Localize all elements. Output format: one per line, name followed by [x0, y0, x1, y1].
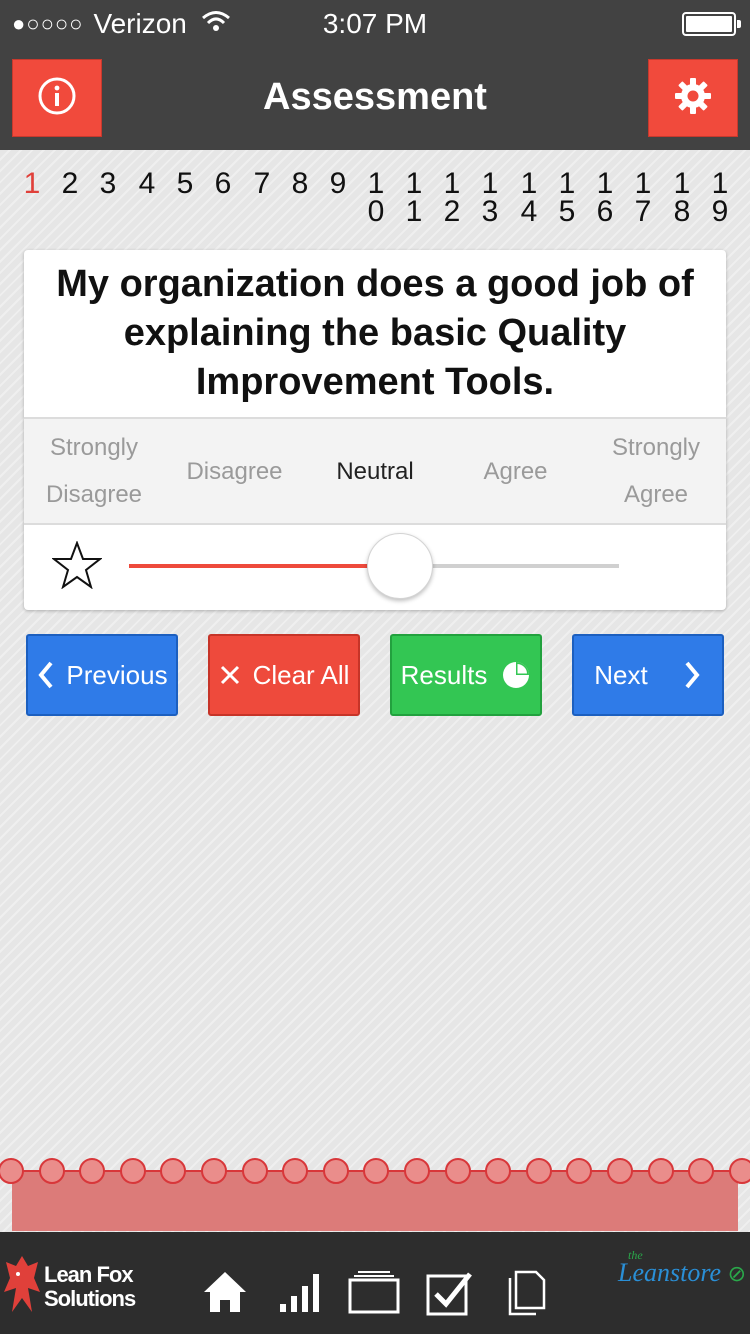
results-button[interactable]: Results — [390, 634, 542, 716]
next-label: Next — [594, 659, 648, 690]
question-text: My organization does a good job of expla… — [56, 263, 694, 403]
gear-icon — [673, 76, 713, 121]
pie-chart-icon — [501, 660, 531, 690]
band-circle — [119, 1158, 146, 1184]
scale-option-strongly-disagree[interactable]: Strongly Disagree — [24, 424, 164, 518]
home-icon[interactable] — [202, 1270, 248, 1319]
question-number-9[interactable]: 9 — [319, 169, 357, 199]
question-number-5[interactable]: 5 — [166, 169, 204, 199]
band-circle — [0, 1158, 24, 1184]
top-bar: ●○○○○ Verizon 3:07 PM Assessment — [0, 0, 750, 150]
question-number-4[interactable]: 4 — [128, 169, 166, 199]
next-button[interactable]: Next — [572, 634, 724, 716]
question-number-19[interactable]: 1 9 — [701, 169, 739, 227]
band-circle — [607, 1158, 633, 1184]
band-circle — [444, 1158, 471, 1184]
signal-bars-icon[interactable] — [278, 1270, 322, 1319]
band-circle — [728, 1158, 750, 1184]
settings-button[interactable] — [648, 59, 738, 137]
rating-scale: Strongly Disagree Disagree Neutral Agree… — [24, 417, 726, 525]
band-circle — [688, 1158, 715, 1184]
band-circle — [363, 1158, 390, 1184]
battery-icon — [682, 12, 741, 36]
star-icon[interactable] — [51, 540, 103, 594]
band-circle — [647, 1158, 674, 1184]
question-number-8[interactable]: 8 — [281, 169, 319, 199]
question-number-10[interactable]: 1 0 — [357, 169, 395, 227]
logo-line2: Solutions — [44, 1285, 136, 1311]
lean-fox-logo[interactable]: Lean Fox Solutions — [2, 1252, 136, 1321]
checkbox-icon[interactable] — [426, 1270, 474, 1321]
question-number-14[interactable]: 1 4 — [510, 169, 548, 227]
slider-row — [24, 525, 726, 608]
scale-option-strongly-agree[interactable]: Strongly Agree — [586, 424, 726, 518]
clear-all-button[interactable]: Clear All — [208, 634, 360, 716]
band-circle — [322, 1158, 349, 1184]
status-bar: ●○○○○ Verizon 3:07 PM — [0, 0, 750, 48]
windows-icon[interactable] — [348, 1270, 402, 1319]
rating-slider-thumb[interactable] — [367, 533, 433, 599]
question-number-6[interactable]: 6 — [204, 169, 242, 199]
band-circle — [160, 1158, 187, 1184]
fox-icon — [2, 1252, 42, 1321]
question-number-7[interactable]: 7 — [243, 169, 281, 199]
band-circle — [201, 1158, 227, 1184]
chevron-left-icon — [36, 660, 56, 690]
question-card: My organization does a good job of expla… — [24, 250, 726, 610]
question-number-13[interactable]: 1 3 — [471, 169, 509, 227]
results-label: Results — [400, 659, 488, 690]
band-circle — [38, 1158, 65, 1184]
question-number-17[interactable]: 1 7 — [624, 169, 662, 227]
question-number-16[interactable]: 1 6 — [586, 169, 624, 227]
previous-button[interactable]: Previous — [26, 634, 178, 716]
footer-bar: Lean Fox Solutions the Leanstore ⊘ — [0, 1232, 750, 1334]
scale-option-neutral[interactable]: Neutral — [305, 448, 445, 495]
scale-option-agree[interactable]: Agree — [446, 448, 586, 495]
band-circle — [282, 1158, 309, 1184]
question-number-3[interactable]: 3 — [89, 169, 127, 199]
chevron-right-icon — [682, 660, 702, 690]
question-number-1[interactable]: 1 — [13, 169, 51, 199]
band-circle — [79, 1158, 106, 1184]
question-number-15[interactable]: 1 5 — [548, 169, 586, 227]
question-number-list: 1234567891 01 11 21 31 41 51 61 71 81 9 — [0, 169, 750, 240]
question-number-11[interactable]: 1 1 — [395, 169, 433, 227]
question-number-18[interactable]: 1 8 — [663, 169, 701, 227]
cart-icon: ⊘ — [727, 1261, 746, 1286]
leanstore-logo[interactable]: the Leanstore ⊘ — [618, 1248, 746, 1288]
document-icon[interactable] — [506, 1270, 546, 1321]
question-number-12[interactable]: 1 2 — [433, 169, 471, 227]
page-title: Assessment — [263, 76, 487, 118]
band-circle — [566, 1158, 593, 1184]
rating-slider-fill — [129, 564, 374, 568]
band-circle — [525, 1158, 552, 1184]
clear-all-label: Clear All — [252, 659, 350, 690]
band-circle — [241, 1158, 268, 1184]
close-icon — [219, 664, 241, 686]
question-number-2[interactable]: 2 — [51, 169, 89, 199]
leanstore-the: the — [628, 1248, 643, 1262]
status-time: 3:07 PM — [322, 8, 428, 39]
band-circle — [404, 1158, 430, 1184]
logo-line1: Lean Fox — [44, 1261, 134, 1287]
scale-option-disagree[interactable]: Disagree — [165, 448, 305, 495]
band-circles — [0, 1158, 750, 1184]
band-circle — [485, 1158, 512, 1184]
previous-label: Previous — [66, 659, 168, 690]
